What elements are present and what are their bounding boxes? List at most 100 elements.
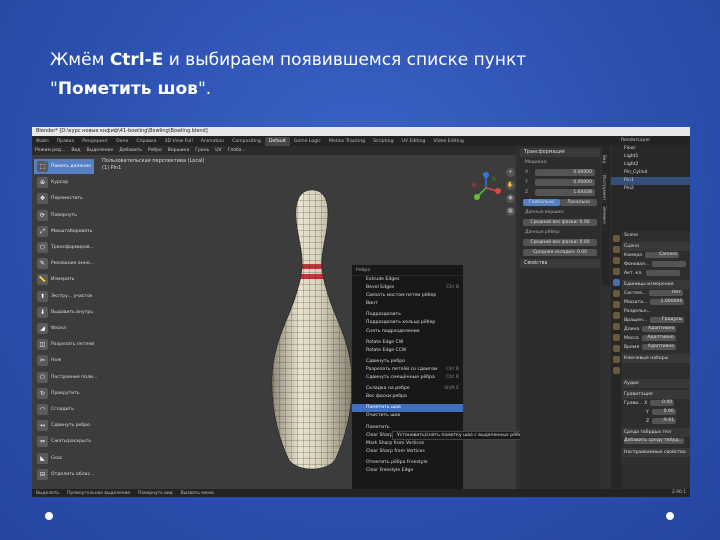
tool-5[interactable]: ⤢ Масштабировать [34, 224, 94, 239]
menu-item[interactable]: Clear Sharp from Vertices [352, 448, 463, 456]
perspective-icon[interactable]: ▦ [506, 207, 515, 216]
tool-10[interactable]: ⬇ Выдавить внутрь [34, 305, 94, 320]
edge-mean-crease-field[interactable]: Средняя складка: 0.00 [523, 249, 597, 256]
navigation-gizmo[interactable] [469, 171, 503, 205]
menu-item[interactable]: Clear Freestyle Edge [352, 467, 463, 475]
constraints-tab-icon[interactable] [612, 345, 620, 352]
add-rigid-body-world-button[interactable]: Добавить среду твёрд... [624, 437, 684, 444]
menu-item[interactable]: Снять подразделение [352, 328, 463, 336]
tool-3[interactable]: ✥ Переместить [34, 191, 94, 206]
median-y-field[interactable]: 0.00000 [535, 179, 595, 186]
menu-item[interactable]: Сдвинуть смещённые рёбра Ctrl R [352, 374, 463, 382]
outliner-item[interactable]: Pin1 [611, 177, 690, 185]
menu-item[interactable]: Сдвинуть ребро [352, 358, 463, 366]
global-toggle[interactable]: Глобально [523, 199, 560, 206]
rigid-body-world-header[interactable]: Среда твёрдых тел [622, 428, 690, 437]
keying-sets-list[interactable] [622, 363, 690, 377]
tool-18[interactable]: ⇔ Сжать/раскрыть [34, 434, 94, 449]
tool-14[interactable]: ⬠ Построение поли... [34, 370, 97, 385]
outliner-viewlayer[interactable]: RenderLayer [611, 136, 690, 145]
rotation-units-field[interactable]: Градусы [650, 316, 685, 323]
world-tab-icon[interactable] [612, 290, 620, 297]
menu-item[interactable]: Подразделить кольцо рёбер [352, 319, 463, 327]
tool-17[interactable]: ↔ Сдвинуть ребро [34, 418, 94, 433]
tool-6[interactable]: ⬡ Трансформиров... [34, 240, 94, 255]
tool-13[interactable]: ✂ Нож [34, 353, 94, 368]
outliner-item[interactable]: Floor [611, 145, 690, 153]
zoom-icon[interactable]: + [506, 168, 515, 177]
viewport-menu-item[interactable]: Грань [192, 148, 212, 153]
object-tab-icon[interactable] [612, 301, 620, 308]
bowling-pin-mesh[interactable] [267, 188, 357, 488]
vertex-mean-bevel-field[interactable]: Средний вес фаски: 0.00 [523, 219, 597, 226]
menu-item[interactable]: Extrude Edges [352, 276, 463, 284]
gravity-header[interactable]: Гравитация [622, 390, 690, 399]
viewport-menu-item[interactable]: UV [212, 148, 224, 153]
mass-units-field[interactable]: Адаптивно [641, 334, 676, 341]
menu-item[interactable]: Подразделить [352, 311, 463, 319]
tab-view[interactable]: Вид [602, 146, 607, 174]
menu-item[interactable]: Отметить рёбра Freestyle [352, 459, 463, 467]
tab-item[interactable]: Элемент [602, 202, 607, 230]
tool-8[interactable]: 📏 Измерить [34, 272, 94, 287]
menu-item[interactable]: Связать мостом петли рёбер [352, 292, 463, 300]
menu-item[interactable]: Винт [352, 300, 463, 308]
gravity-y-field[interactable]: 0.00 [651, 408, 676, 415]
viewport-menu-item[interactable]: Вершина [165, 148, 192, 153]
unit-scale-field[interactable]: 1.000000 [650, 298, 685, 305]
menu-item[interactable]: Mark Sharp from Vertices [352, 440, 463, 448]
scene-tab-icon[interactable] [612, 279, 620, 286]
viewport-menu-item[interactable]: Режим ред... [32, 148, 68, 153]
background-scene-field[interactable] [652, 260, 687, 267]
tab-tool[interactable]: Инструмент [602, 174, 607, 202]
local-toggle[interactable]: Локально [560, 199, 597, 206]
physics-tab-icon[interactable] [612, 334, 620, 341]
camera-field[interactable]: Camera [645, 251, 680, 258]
gravity-z-field[interactable]: -9.81 [652, 417, 677, 424]
tool-20[interactable]: ⊟ Отделить облас... [34, 467, 94, 482]
tool-11[interactable]: ◢ Фаска [34, 321, 94, 336]
tool-9[interactable]: ⬆ Экстру... участок [34, 289, 94, 304]
outliner-item[interactable]: Light1 [611, 153, 690, 161]
menu-item[interactable]: Rotate Edge CW [352, 339, 463, 347]
viewport-menu-item[interactable]: Глоба... [225, 148, 249, 153]
tool-15[interactable]: ↻ Прокрутить [34, 386, 94, 401]
menu-item[interactable]: Очистить шов [352, 412, 463, 420]
outliner-item[interactable]: Light2 [611, 161, 690, 169]
viewport-menu-item[interactable]: Добавить [116, 148, 145, 153]
output-tab-icon[interactable] [612, 257, 620, 264]
time-units-field[interactable]: Адаптивно [642, 343, 677, 350]
menu-item[interactable]: Пометить шов [352, 404, 463, 413]
viewport-menu-item[interactable]: Ребро [145, 148, 165, 153]
unit-system-field[interactable]: Нет [649, 289, 684, 296]
audio-header[interactable]: Аудио [622, 379, 690, 388]
outliner-item[interactable]: Pin2 [611, 185, 690, 193]
gravity-x-field[interactable]: 0.00 [650, 399, 675, 406]
tool-4[interactable]: ⟳ Повернуть [34, 208, 94, 223]
pan-icon[interactable]: ✋ [506, 181, 515, 190]
viewport-menu-item[interactable]: Выделение [83, 148, 116, 153]
custom-properties-header[interactable]: Настраиваемые свойства [622, 448, 690, 457]
view-layer-tab-icon[interactable] [612, 268, 620, 275]
camera-view-icon[interactable]: ◉ [506, 194, 515, 203]
active-clip-field[interactable] [645, 269, 680, 276]
viewport-menu-item[interactable]: Вид [68, 148, 83, 153]
properties-panel-header[interactable]: Свойства [520, 259, 600, 268]
units-panel-header[interactable]: Единицы измерения [622, 280, 690, 289]
transform-panel-header[interactable]: Трансформация [520, 148, 600, 157]
tool-tab-icon[interactable] [612, 235, 620, 242]
material-tab-icon[interactable] [612, 367, 620, 374]
tool-19[interactable]: ◣ Скос [34, 451, 94, 466]
median-z-field[interactable]: 1.64438 [535, 189, 595, 196]
tool-7[interactable]: ✎ Рисование анно... [34, 256, 94, 271]
tool-12[interactable]: ◫ Разрезать петлей [34, 337, 94, 352]
tool-1[interactable]: ⬚ Пометь деление [34, 159, 94, 174]
keying-sets-header[interactable]: Ключевые наборы [622, 354, 690, 363]
length-units-field[interactable]: Адаптивно [642, 325, 677, 332]
menu-item[interactable]: Разрезать петлёй со сдвигом Ctrl R [352, 366, 463, 374]
particles-tab-icon[interactable] [612, 323, 620, 330]
tool-16[interactable]: ◠ Сгладить [34, 402, 94, 417]
median-x-field[interactable]: 0.00000 [535, 169, 595, 176]
edge-mean-bevel-field[interactable]: Средний вес фаски: 0.00 [523, 239, 597, 246]
data-tab-icon[interactable] [612, 356, 620, 363]
